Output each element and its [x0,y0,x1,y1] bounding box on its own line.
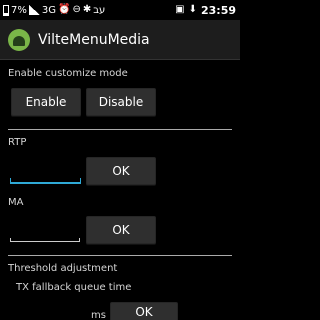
network-type: 3G [41,4,56,16]
status-bar: 7% 3G ⏰ ⊖ ✱ עב ▣ ⬇ 23:59 [0,0,240,20]
ma-ok-button[interactable]: OK [86,216,156,244]
threshold-ok-button[interactable]: OK [110,302,178,320]
customize-mode-label: Enable customize mode [8,68,128,79]
carrier-label: עב [93,4,106,16]
download-icon: ⬇ [188,4,197,15]
android-app-icon [8,29,30,51]
bluetooth-icon: ✱ [82,4,92,15]
do-not-disturb-icon: ⊖ [72,4,81,15]
app-title: VilteMenuMedia [38,32,150,48]
rtp-label: RTP [8,137,27,148]
ma-label: MA [8,197,24,208]
disable-button[interactable]: Disable [86,88,156,116]
rtp-ok-button[interactable]: OK [86,157,156,185]
tx-fallback-label: TX fallback queue time [16,282,132,293]
battery-percent: 7% [11,4,27,16]
threshold-label: Threshold adjustment [8,263,118,274]
gallery-icon: ▣ [175,4,185,15]
section-divider [8,129,232,130]
rtp-input[interactable] [10,170,81,184]
clock: 23:59 [200,3,236,17]
ms-unit-label: ms [91,310,106,320]
section-divider [8,255,232,256]
alarm-icon: ⏰ [58,4,71,15]
enable-button[interactable]: Enable [11,88,81,116]
action-bar: VilteMenuMedia [0,20,240,60]
battery-icon [3,4,9,16]
settings-content[interactable]: Enable customize mode Enable Disable RTP… [0,60,240,320]
signal-icon [28,5,40,15]
ma-input[interactable] [10,228,80,242]
